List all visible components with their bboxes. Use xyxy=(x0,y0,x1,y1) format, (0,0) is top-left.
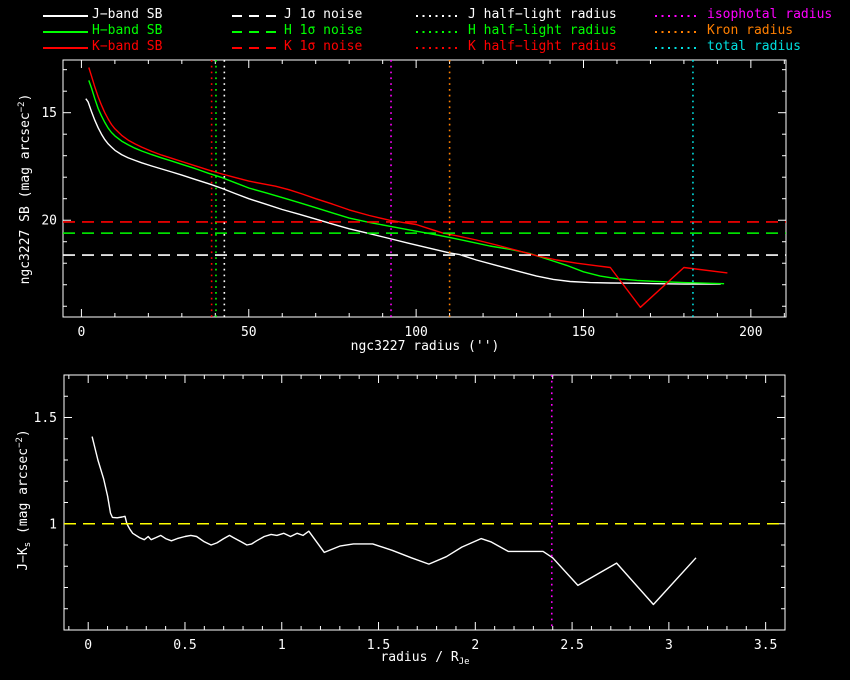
top-chart-x-tick-label: 200 xyxy=(739,325,762,340)
legend-sample-k-1-noise xyxy=(232,47,277,49)
top-chart-frame xyxy=(62,59,787,318)
bottom-chart-frame xyxy=(63,374,786,631)
legend-sample-j-band-sb xyxy=(43,15,88,17)
legend-label-k-1-noise: K 1σ noise xyxy=(284,39,363,54)
bottom-chart-y-tick-label: 1.5 xyxy=(34,411,57,426)
legend-sample-kron-radius xyxy=(655,31,700,33)
j-ks-color-profile-curve xyxy=(91,436,697,606)
bottom-y-label-text: J−K xyxy=(16,547,31,571)
legend-sample-j-1-noise xyxy=(232,15,277,17)
bottom-chart: 0 0.5 1 1.5 2 2.5 3 3.511.5 xyxy=(34,374,786,653)
screen: J−band SB H−band SB K−band SB J 1σ noise H 1… xyxy=(0,0,850,680)
legend-label-k-half-light-radius: K half−light radius xyxy=(468,39,617,54)
legend-sample-h-band-sb xyxy=(43,31,88,33)
legend-sample-total-radius xyxy=(655,47,700,49)
legend-label-total-radius: total radius xyxy=(707,39,801,54)
h-band-sb-curve xyxy=(88,80,725,285)
bottom-chart-x-axis-label: radius / RJe xyxy=(380,651,469,669)
top-x-label-text: ngc3227 radius ('') xyxy=(350,339,500,354)
top-y-label-close: ) xyxy=(18,93,33,102)
bottom-y-label-mid: (mag arcsec xyxy=(16,447,31,542)
legend-sample-k-band-sb xyxy=(43,47,88,49)
k-band-sb-curve xyxy=(88,67,728,308)
bottom-chart-x-tick-label: 3 xyxy=(665,638,673,653)
bottom-y-label-subscript: s xyxy=(23,541,33,548)
legend-sample-h-1-noise xyxy=(232,31,277,33)
bottom-chart-x-tick-label: 3.5 xyxy=(754,638,777,653)
top-chart: 0 50 100 150 200 15 20 xyxy=(41,59,787,340)
legend-sample-h-half-light-radius xyxy=(416,31,461,33)
bottom-chart-y-axis-label: J−Ks (mag arcsec−2) xyxy=(13,429,35,571)
bottom-chart-x-tick-label: 0.5 xyxy=(173,638,196,653)
bottom-x-label-subscript: Je xyxy=(458,657,470,667)
bottom-x-label-text: radius / R xyxy=(380,650,459,665)
legend-label-kron-radius: Kron radius xyxy=(707,23,794,38)
legend-label-j-band-sb: J−band SB xyxy=(92,7,163,22)
legend-label-j-1-noise: J 1σ noise xyxy=(284,7,363,22)
bottom-chart-x-tick-label: 2.5 xyxy=(560,638,583,653)
bottom-chart-x-tick-label: 1 xyxy=(278,638,286,653)
legend-sample-isophotal-radius xyxy=(655,15,700,17)
top-chart-x-tick-label: 150 xyxy=(572,325,595,340)
j-band-sb-curve xyxy=(85,98,721,285)
bottom-chart-y-tick-label: 1 xyxy=(49,517,57,532)
top-y-label-superscript: −2 xyxy=(17,101,27,113)
bottom-chart-x-tick-label: 0 xyxy=(84,638,92,653)
top-chart-x-axis-label: ngc3227 radius ('') xyxy=(351,340,500,354)
top-chart-y-tick-label: 15 xyxy=(41,106,57,121)
top-chart-y-tick-label: 20 xyxy=(41,214,57,229)
top-chart-x-tick-label: 0 xyxy=(77,325,85,340)
legend-label-h-1-noise: H 1σ noise xyxy=(284,23,363,38)
bottom-chart-x-tick-label: 2 xyxy=(471,638,479,653)
legend-sample-k-half-light-radius xyxy=(416,47,461,49)
legend-label-h-half-light-radius: H half−light radius xyxy=(468,23,617,38)
legend-sample-j-half-light-radius xyxy=(416,15,461,17)
legend-label-h-band-sb: H−band SB xyxy=(92,23,163,38)
top-chart-x-tick-label: 100 xyxy=(404,325,427,340)
legend-label-k-band-sb: K−band SB xyxy=(92,39,163,54)
top-chart-y-axis-label: ngc3227 SB (mag arcsec−2) xyxy=(15,94,33,285)
bottom-y-label-superscript: −2 xyxy=(15,437,25,448)
bottom-y-label-close: ) xyxy=(16,429,31,438)
legend-label-isophotal-radius: isophotal radius xyxy=(707,7,833,22)
top-y-label-text: ngc3227 SB (mag arcsec xyxy=(18,112,33,285)
legend-label-j-half-light-radius: J half−light radius xyxy=(468,7,617,22)
top-chart-x-tick-label: 50 xyxy=(241,325,257,340)
